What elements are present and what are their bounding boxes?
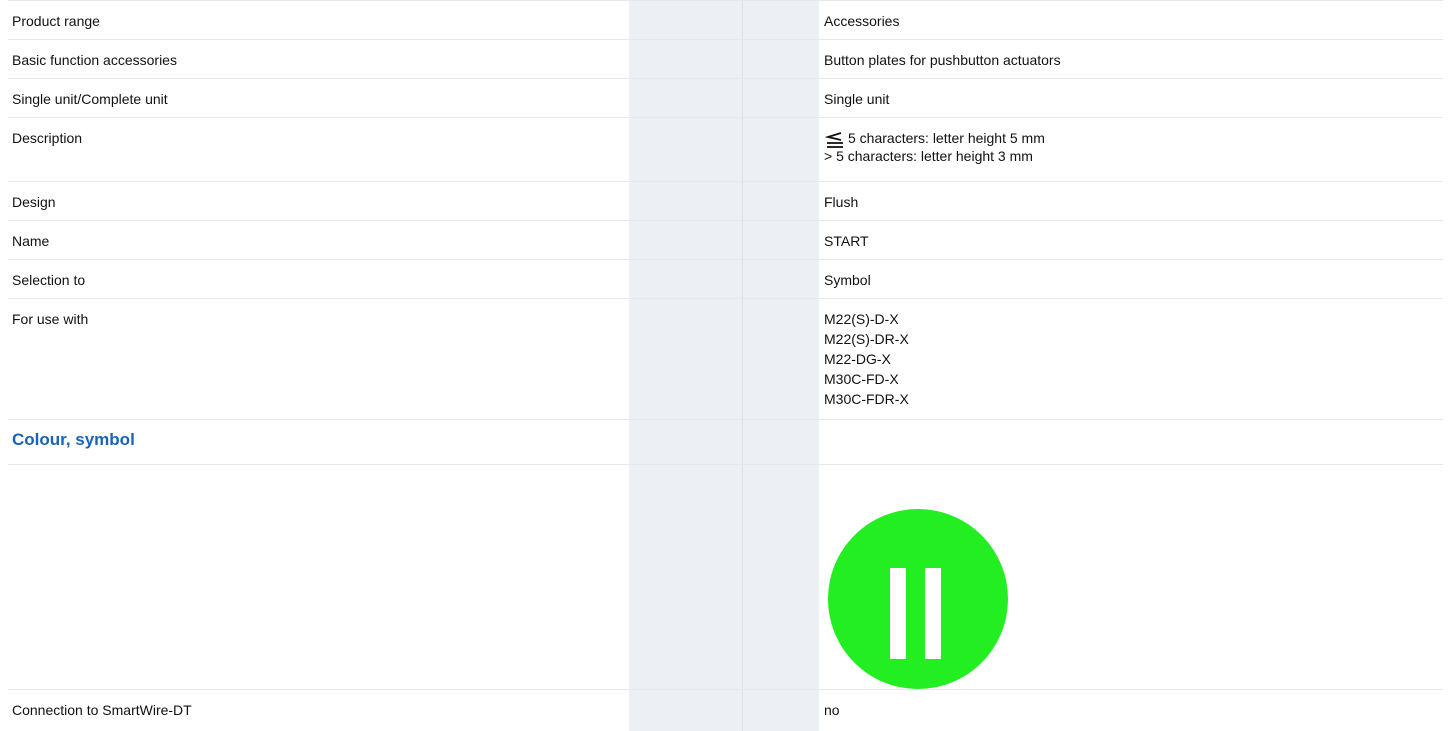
table-row: Product range Accessories xyxy=(8,0,1443,40)
row-value: M22(S)-D-X M22(S)-DR-X M22-DG-X M30C-FD-… xyxy=(819,298,1443,420)
row-value: Flush xyxy=(819,181,1443,221)
row-label: Basic function accessories xyxy=(8,39,629,79)
row-label: Description xyxy=(8,117,629,182)
row-value: Button plates for pushbutton actuators xyxy=(819,39,1443,79)
row-label: Selection to xyxy=(8,259,629,299)
table-row: Design Flush xyxy=(8,181,1443,221)
list-item: M22-DG-X xyxy=(824,351,891,367)
row-value: no xyxy=(819,689,1443,724)
table-row: Description 5 characters: letter height … xyxy=(8,117,1443,182)
table-row: Single unit/Complete unit Single unit xyxy=(8,78,1443,118)
description-line-2: > 5 characters: letter height 3 mm xyxy=(824,148,1033,164)
section-title: Colour, symbol xyxy=(12,430,135,449)
row-label: Name xyxy=(8,220,629,260)
table-row: Basic function accessories Button plates… xyxy=(8,39,1443,79)
table-row: Selection to Symbol xyxy=(8,259,1443,299)
row-label: Design xyxy=(8,181,629,221)
list-item: M22(S)-DR-X xyxy=(824,331,909,347)
table-row: Name START xyxy=(8,220,1443,260)
row-label: Product range xyxy=(8,0,629,40)
start-button-plate-icon xyxy=(828,509,1008,689)
list-item: M30C-FD-X xyxy=(824,371,899,387)
row-value: Accessories xyxy=(819,0,1443,40)
list-item: M22(S)-D-X xyxy=(824,311,899,327)
table-row: Connection to SmartWire-DT no xyxy=(8,689,1443,724)
row-value: 5 characters: letter height 5 mm > 5 cha… xyxy=(819,117,1443,182)
row-value: START xyxy=(819,220,1443,260)
table-row: For use with M22(S)-D-X M22(S)-DR-X M22-… xyxy=(8,298,1443,420)
table-row xyxy=(8,464,1443,690)
row-value: Symbol xyxy=(819,259,1443,299)
section-row: Colour, symbol xyxy=(8,419,1443,465)
row-label: Connection to SmartWire-DT xyxy=(8,689,629,724)
product-spec-sheet: Product range Accessories Basic function… xyxy=(8,0,1443,731)
row-label: For use with xyxy=(8,298,629,420)
row-value: Single unit xyxy=(819,78,1443,118)
list-item: M30C-FDR-X xyxy=(824,391,909,407)
spec-table: Product range Accessories Basic function… xyxy=(8,0,1443,724)
description-line-1: 5 characters: letter height 5 mm xyxy=(848,130,1045,146)
row-label: Single unit/Complete unit xyxy=(8,78,629,118)
